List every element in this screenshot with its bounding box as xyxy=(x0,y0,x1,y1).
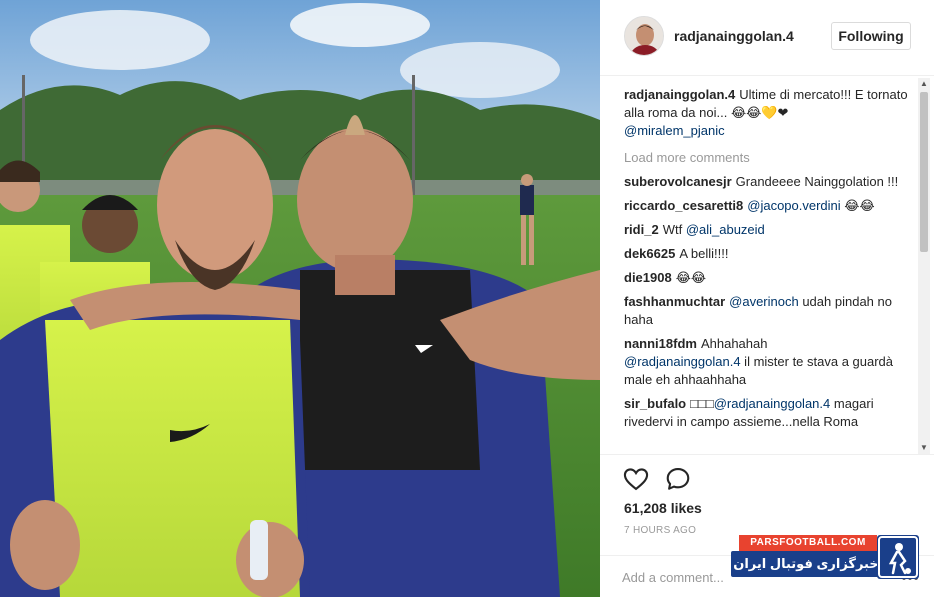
list-item: dek6625 A belli!!!! xyxy=(624,245,914,263)
comment-username[interactable]: nanni18fdm xyxy=(624,336,697,351)
list-item: fashhanmuchtar @averinoch udah pindah no … xyxy=(624,293,914,329)
speech-bubble-icon[interactable] xyxy=(664,465,692,493)
comment-username[interactable]: radjanainggolan.4 xyxy=(624,87,735,102)
watermark-site-name: PARSFOOTBALL.COM xyxy=(739,535,877,551)
comment-text: Ahhahahah xyxy=(700,336,768,351)
list-item: sir_bufalo □□□@radjanainggolan.4 magari r… xyxy=(624,395,914,431)
comment-text: Wtf xyxy=(662,222,683,237)
comment-username[interactable]: suberovolcanesjr xyxy=(624,174,732,189)
comment-text: A belli!!!! xyxy=(679,246,729,261)
comment-text: Grandeeee Nainggolation !!! xyxy=(735,174,899,189)
caption-comment: radjanainggolan.4 Ultime di mercato!!! E … xyxy=(624,86,914,140)
comment-mention[interactable]: @jacopo.verdini xyxy=(747,198,840,213)
avatar-illustration xyxy=(625,17,663,55)
list-item: riccardo_cesaretti8 @jacopo.verdini 😂😂 xyxy=(624,197,914,215)
load-more-comments-link[interactable]: Load more comments xyxy=(624,150,914,165)
post-side-panel: radjanainggolan.4 Following radjanainggo… xyxy=(600,0,934,597)
scroll-down-arrow-icon[interactable]: ▼ xyxy=(918,442,930,454)
comment-text: 😂😂 xyxy=(675,270,707,285)
following-button[interactable]: Following xyxy=(831,22,911,50)
heart-icon-svg xyxy=(623,468,649,491)
comment-username[interactable]: die1908 xyxy=(624,270,672,285)
watermark-logo-icon xyxy=(877,535,919,579)
post-author-username[interactable]: radjanainggolan.4 xyxy=(674,28,794,44)
scroll-up-arrow-icon[interactable]: ▲ xyxy=(918,78,930,90)
comment-username[interactable]: sir_bufalo xyxy=(624,396,686,411)
comment-mention[interactable]: @radjanainggolan.4 xyxy=(714,396,831,411)
comment-username[interactable]: dek6625 xyxy=(624,246,675,261)
comments-list[interactable]: radjanainggolan.4 Ultime di mercato!!! E … xyxy=(624,80,914,454)
post-photo[interactable] xyxy=(0,0,600,597)
list-item: nanni18fdm Ahhahahah @radjanainggolan.4 i… xyxy=(624,335,914,389)
watermark-logo-svg xyxy=(878,536,918,578)
list-item: ridi_2 Wtf @ali_abuzeid xyxy=(624,221,914,239)
add-comment-input[interactable] xyxy=(622,564,742,590)
watermark-tagline: خبرگزاری فوتبال ایران xyxy=(731,551,881,577)
photo-illustration xyxy=(0,0,600,597)
comment-username[interactable]: riccardo_cesaretti8 xyxy=(624,198,743,213)
likes-count[interactable]: 61,208 likes xyxy=(624,500,702,516)
parsfootball-watermark: PARSFOOTBALL.COM خبرگزاری فوتبال ایران xyxy=(731,533,921,581)
comment-mention[interactable]: @miralem_pjanic xyxy=(624,123,725,138)
comment-mention[interactable]: @ali_abuzeid xyxy=(686,222,765,237)
list-item: suberovolcanesjr Grandeeee Nainggolation … xyxy=(624,173,914,191)
comments-scrollbar[interactable]: ▲ ▼ xyxy=(918,78,930,454)
heart-icon[interactable] xyxy=(622,465,650,493)
comment-text: □□□ xyxy=(690,396,714,411)
list-item: die1908 😂😂 xyxy=(624,269,914,287)
comment-username[interactable]: ridi_2 xyxy=(624,222,659,237)
comment-mention[interactable]: @averinoch xyxy=(729,294,799,309)
comment-mention[interactable]: @radjanainggolan.4 xyxy=(624,354,741,369)
post-header: radjanainggolan.4 Following xyxy=(600,0,934,76)
avatar[interactable] xyxy=(624,16,664,56)
comment-username[interactable]: fashhanmuchtar xyxy=(624,294,725,309)
speech-bubble-icon-svg xyxy=(666,468,690,490)
scrollbar-thumb[interactable] xyxy=(920,92,928,252)
post-timestamp[interactable]: 7 HOURS AGO xyxy=(624,525,696,536)
comment-text: 😂😂 xyxy=(840,198,875,213)
